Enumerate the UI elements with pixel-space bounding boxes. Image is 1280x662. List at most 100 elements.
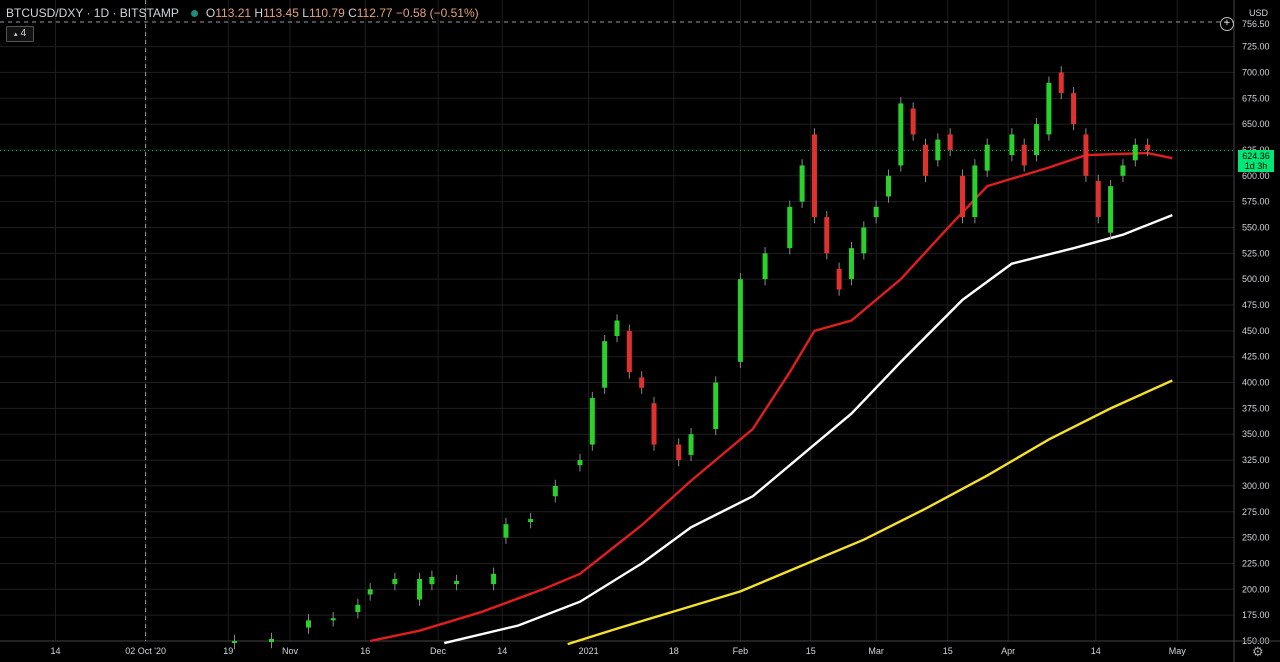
candle-body [811,134,817,218]
time-tick-label: Feb [733,646,749,656]
candle-body [676,444,682,461]
candle-body [1145,144,1151,150]
plus-circle-icon[interactable]: + [1220,17,1234,31]
price-tick-label: 425.00 [1242,352,1270,362]
candle-body [1095,180,1101,218]
candle-body [614,320,620,337]
candle-body [848,248,854,280]
currency-label: USD [1249,8,1269,18]
chart-header: BTCUSD/DXY · 1D · BITSTAMP O113.21 H113.4… [6,6,479,20]
candle-body [1021,144,1027,166]
ohlc-readout: O113.21 H113.45 L110.79 C112.77 −0.58 (−… [205,6,479,20]
candle-body [1108,186,1114,233]
gear-icon[interactable]: ⚙ [1252,644,1264,660]
price-tick-label: 550.00 [1242,222,1270,232]
candle-body [1120,165,1126,176]
time-tick-label: 15 [943,646,953,656]
price-tick-label: 400.00 [1242,378,1270,388]
candle-body [503,524,509,538]
candle-body [392,578,398,585]
candle-body [417,578,423,600]
candle-body [454,581,460,585]
price-tick-label: 300.00 [1242,481,1270,491]
candle-body [762,253,768,280]
candle-body [737,279,743,362]
price-tick-label: 275.00 [1242,507,1270,517]
candle-body [626,330,632,373]
candle-body [713,382,719,430]
price-tick-label: 650.00 [1242,119,1270,129]
candle-body [330,618,336,621]
price-tick-label: 375.00 [1242,403,1270,413]
candle-body [1132,144,1138,161]
price-tick-label: 575.00 [1242,197,1270,207]
time-tick-label: Dec [430,646,447,656]
candle-body [923,144,928,176]
candle-body [589,398,595,445]
time-tick-label: 14 [497,646,507,656]
candle-body [873,206,879,218]
time-tick-label: 14 [1091,646,1101,656]
candle-body [1071,93,1077,125]
time-tick-label: 2021 [579,646,599,656]
candle-body [960,175,966,218]
chevron-up-icon: ▴ [13,31,18,38]
price-tick-label: 475.00 [1242,300,1270,310]
price-tick-label: 450.00 [1242,326,1270,336]
time-tick-label: 14 [51,646,61,656]
time-tick-label: 18 [669,646,679,656]
moving-average-line-3 [567,379,1173,646]
candle-body [602,341,608,388]
time-tick-label: Apr [1001,646,1015,656]
price-tick-label: 250.00 [1242,533,1270,543]
candle-body [1034,124,1040,156]
symbol-title[interactable]: BTCUSD/DXY · 1D · BITSTAMP [6,6,179,20]
time-tick-label: May [1169,646,1187,656]
price-tick-label: 600.00 [1242,171,1270,181]
price-top-label: 756.50 [1242,19,1270,29]
candle-body [898,103,904,166]
time-tick-label: 19 [223,646,233,656]
indicators-toggle[interactable]: ▴ 4 [6,26,34,42]
candle-body [1058,72,1064,94]
candle-body [355,604,361,613]
candle-body [528,519,534,523]
candle-body [429,576,435,585]
candle-body [577,460,583,466]
candle-body [885,175,891,197]
price-tick-label: 525.00 [1242,248,1270,258]
time-tick-label: 02 Oct '20 [125,646,166,656]
price-tick-label: 725.00 [1242,42,1270,52]
candle-body [552,485,558,497]
current-price-label: 624.36 1d 3h [1238,150,1274,172]
candle-body [972,165,978,218]
candle-body [787,206,793,249]
price-tick-label: 325.00 [1242,455,1270,465]
candle-body [984,144,990,171]
candle-body [1009,134,1015,156]
candle-body [306,620,311,628]
candle-body [910,108,916,135]
price-tick-label: 175.00 [1242,610,1270,620]
candle-body [861,227,867,254]
moving-average-line-1 [369,151,1173,643]
time-tick-label: Nov [282,646,299,656]
candle-body [231,641,237,644]
time-tick-label: Mar [868,646,884,656]
candle-body [651,403,657,445]
price-tick-label: 675.00 [1242,93,1270,103]
candle-body [688,434,694,455]
price-tick-label: 350.00 [1242,429,1270,439]
price-tick-label: 200.00 [1242,584,1270,594]
candle-body [367,589,373,595]
price-tick-label: 500.00 [1242,274,1270,284]
candle-body [947,134,953,150]
market-status-icon [190,9,198,17]
price-tick-label: 700.00 [1242,67,1270,77]
candle-body [1046,82,1052,135]
chart-canvas[interactable]: 150.00175.00200.00225.00250.00275.00300.… [0,0,1280,662]
time-tick-label: 16 [360,646,370,656]
candle-body [935,139,941,161]
time-tick-label: 15 [806,646,816,656]
candle-body [799,165,805,202]
